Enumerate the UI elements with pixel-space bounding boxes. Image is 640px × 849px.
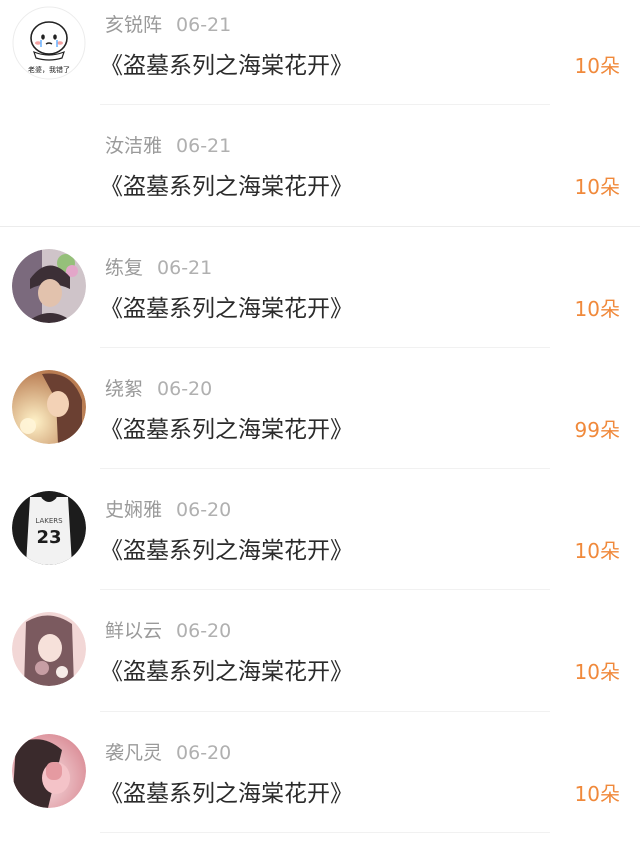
cry-emoji-avatar-icon: 老婆，我错了 — [12, 6, 86, 80]
flower-count: 10朵 — [574, 54, 620, 78]
sender-line: 鲜以云 06-20 — [105, 616, 231, 643]
send-date: 06-20 — [157, 377, 213, 400]
divider — [0, 225, 640, 227]
gift-title: 《盗墓系列之海棠花开》 — [100, 659, 353, 686]
divider — [100, 589, 550, 591]
jersey-avatar-icon: LAKERS 23 — [12, 491, 86, 566]
send-date: 06-20 — [176, 741, 232, 764]
user-photo-avatar-icon — [12, 248, 86, 323]
flower-count: 10朵 — [574, 539, 620, 564]
divider — [100, 468, 550, 470]
flower-count: 10朵 — [574, 175, 620, 200]
send-date: 06-21 — [176, 135, 232, 158]
jersey-number: 23 — [36, 527, 61, 548]
divider — [100, 710, 550, 712]
sender-line: 亥锐阵 06-21 — [105, 10, 231, 37]
avatar[interactable]: 老婆，我错了 — [12, 6, 86, 80]
gift-title: 《盗墓系列之海棠花开》 — [100, 538, 353, 565]
send-date: 06-21 — [176, 14, 232, 36]
sender-name: 鲜以云 — [105, 620, 163, 643]
flower-count: 10朵 — [574, 781, 620, 806]
divider — [100, 832, 550, 834]
divider — [100, 346, 550, 348]
list-item[interactable]: LAKERS 23 史娴雅 06-20 《盗墓系列之海棠花开》 10朵 — [0, 485, 640, 606]
sender-name: 亥锐阵 — [105, 14, 163, 36]
sender-line: 史娴雅 06-20 — [105, 495, 231, 522]
gift-title: 《盗墓系列之海棠花开》 — [100, 295, 353, 322]
svg-text:LAKERS: LAKERS — [35, 517, 63, 525]
user-photo-avatar-icon — [12, 612, 86, 687]
flower-count: 10朵 — [574, 660, 620, 685]
avatar[interactable] — [12, 733, 86, 808]
avatar[interactable]: LAKERS 23 — [12, 491, 86, 566]
gift-title: 《盗墓系列之海棠花开》 — [100, 416, 353, 443]
gift-title: 《盗墓系列之海棠花开》 — [100, 174, 353, 201]
user-photo-avatar-icon — [12, 369, 86, 444]
list-item[interactable]: 鲜以云 06-20 《盗墓系列之海棠花开》 10朵 — [0, 606, 640, 727]
send-date: 06-20 — [176, 620, 232, 643]
sender-line: 绕絮 06-20 — [105, 374, 212, 401]
flower-record-list: 老婆，我错了 亥锐阵 06-21 《盗墓系列之海棠花开》 10朵 汝洁雅 06-21… — [0, 0, 640, 849]
gift-title: 《盗墓系列之海棠花开》 — [100, 53, 353, 79]
list-item[interactable]: 绕絮 06-20 《盗墓系列之海棠花开》 99朵 — [0, 364, 640, 485]
send-date: 06-20 — [176, 499, 232, 522]
sender-line: 汝洁雅 06-21 — [105, 131, 231, 158]
sender-name: 汝洁雅 — [105, 135, 163, 158]
sender-line: 练复 06-21 — [105, 253, 212, 280]
gift-title: 《盗墓系列之海棠花开》 — [100, 780, 353, 807]
sender-name: 练复 — [105, 256, 144, 279]
sender-name: 史娴雅 — [105, 499, 163, 522]
send-date: 06-21 — [157, 256, 213, 279]
user-photo-avatar-icon — [12, 733, 86, 808]
sender-line: 袭凡灵 06-20 — [105, 738, 231, 765]
divider — [100, 104, 550, 106]
flower-count: 10朵 — [574, 296, 620, 321]
list-item[interactable]: 老婆，我错了 亥锐阵 06-21 《盗墓系列之海棠花开》 10朵 — [0, 0, 640, 121]
list-item[interactable]: 袭凡灵 06-20 《盗墓系列之海棠花开》 10朵 — [0, 728, 640, 849]
sender-name: 袭凡灵 — [105, 741, 163, 764]
sender-name: 绕絮 — [105, 377, 144, 400]
flower-count: 99朵 — [574, 417, 620, 442]
emoji-caption: 老婆，我错了 — [28, 65, 70, 74]
avatar[interactable] — [12, 369, 86, 444]
avatar[interactable] — [12, 248, 86, 323]
list-item[interactable]: 练复 06-21 《盗墓系列之海棠花开》 10朵 — [0, 243, 640, 364]
avatar[interactable] — [12, 612, 86, 687]
list-item[interactable]: 汝洁雅 06-21 《盗墓系列之海棠花开》 10朵 — [0, 121, 640, 242]
